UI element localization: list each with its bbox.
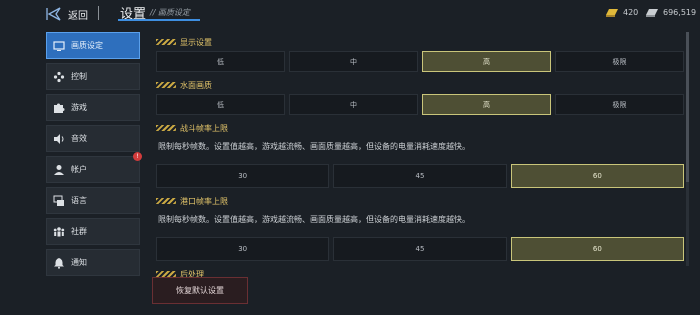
option-button[interactable]: 中 [289,51,418,72]
reset-defaults-button[interactable]: 恢复默认设置 [152,277,248,304]
port-fps-selector: 30 45 60 [156,237,684,261]
option-button[interactable]: 30 [156,164,330,188]
option-button-selected[interactable]: 60 [510,164,684,188]
section-title: 显示设置 [180,37,212,47]
option-button[interactable]: 极限 [555,51,684,72]
back-label: 返回 [68,10,88,22]
speaker-icon [53,133,65,145]
community-icon [53,226,65,238]
option-button[interactable]: 中 [289,94,418,115]
section-title: 战斗帧率上限 [180,123,228,133]
section-title: 港口帧率上限 [180,196,228,206]
option-button[interactable]: 极限 [555,94,684,115]
option-button[interactable]: 30 [156,237,330,261]
gold-amount: 420 [623,7,639,17]
title-separator [98,6,99,20]
back-arrow-icon [46,7,61,21]
scrollbar-thumb[interactable] [686,32,689,182]
sidebar-item-label: 帐户 [71,165,87,174]
option-button-selected[interactable]: 高 [422,94,551,115]
display-quality-selector: 低 中 高 极限 [156,51,684,72]
option-button[interactable]: 45 [333,237,507,261]
gold-currency[interactable]: 420 [604,6,638,18]
section-water: 水面画质 [156,79,684,91]
page-subtitle: // 画质设定 [150,8,190,17]
back-button[interactable]: 返回 [46,6,88,22]
sidebar-item-label: 通知 [71,258,87,267]
hatch-decor [156,125,176,131]
sidebar-item-notify[interactable]: 通知 [46,249,140,276]
puzzle-icon [53,102,65,114]
language-icon [53,195,65,207]
sidebar-item-language[interactable]: 语言 [46,187,140,214]
sidebar-item-account[interactable]: 帐户 ! [46,152,142,183]
option-button[interactable]: 45 [333,164,507,188]
silver-amount: 696,519 [663,7,697,17]
title-underline [118,19,200,21]
settings-content: 显示设置 低 中 高 极限 水面画质 低 中 高 极限 战斗帧率上限 限制每秒帧… [156,36,684,280]
section-description: 限制每秒帧数。设置值越高，游戏越流畅、画面质量越高，但设备的电量消耗速度越快。 [158,142,470,151]
user-icon [53,164,65,176]
sidebar-item-label: 社群 [71,227,87,236]
option-button-selected[interactable]: 高 [422,51,551,72]
hatch-decor [156,39,176,45]
hatch-decor [156,82,176,88]
option-button[interactable]: 低 [156,94,285,115]
sidebar-item-community[interactable]: 社群 [46,218,140,245]
section-port-fps: 港口帧率上限 [156,195,684,207]
sidebar-item-game[interactable]: 游戏 [46,94,140,121]
silver-bar-icon [646,9,658,17]
top-bar: 返回 设置 // 画质设定 420 696,519 [0,0,700,28]
gamepad-icon [53,71,65,83]
sidebar-item-label: 画质设定 [71,41,103,50]
option-button-selected[interactable]: 60 [510,237,684,261]
section-description: 限制每秒帧数。设置值越高，游戏越流畅、画面质量越高，但设备的电量消耗速度越快。 [158,215,470,224]
sidebar-item-label: 语言 [71,196,87,205]
water-quality-selector: 低 中 高 极限 [156,94,684,115]
section-display: 显示设置 [156,36,684,48]
sidebar-item-label: 控制 [71,72,87,81]
sidebar-item-label: 音效 [71,134,87,143]
hatch-decor [156,198,176,204]
section-battle-fps: 战斗帧率上限 [156,122,684,134]
bell-icon [53,257,65,269]
sidebar-item-graphics[interactable]: 画质设定 [46,32,140,59]
sidebar-item-audio[interactable]: 音效 [46,125,140,152]
gold-bar-icon [606,9,618,17]
battle-fps-selector: 30 45 60 [156,164,684,188]
settings-sidebar: 画质设定 控制 游戏 音效 帐户 ! 语言 社群 通知 [46,32,142,280]
content-scrollbar[interactable] [686,32,689,266]
option-button[interactable]: 低 [156,51,285,72]
sidebar-item-controls[interactable]: 控制 [46,63,140,90]
monitor-icon [53,40,65,52]
sidebar-item-label: 游戏 [71,103,87,112]
silver-currency[interactable]: 696,519 [644,6,696,18]
section-title: 水面画质 [180,80,212,90]
notification-badge: ! [133,152,142,161]
